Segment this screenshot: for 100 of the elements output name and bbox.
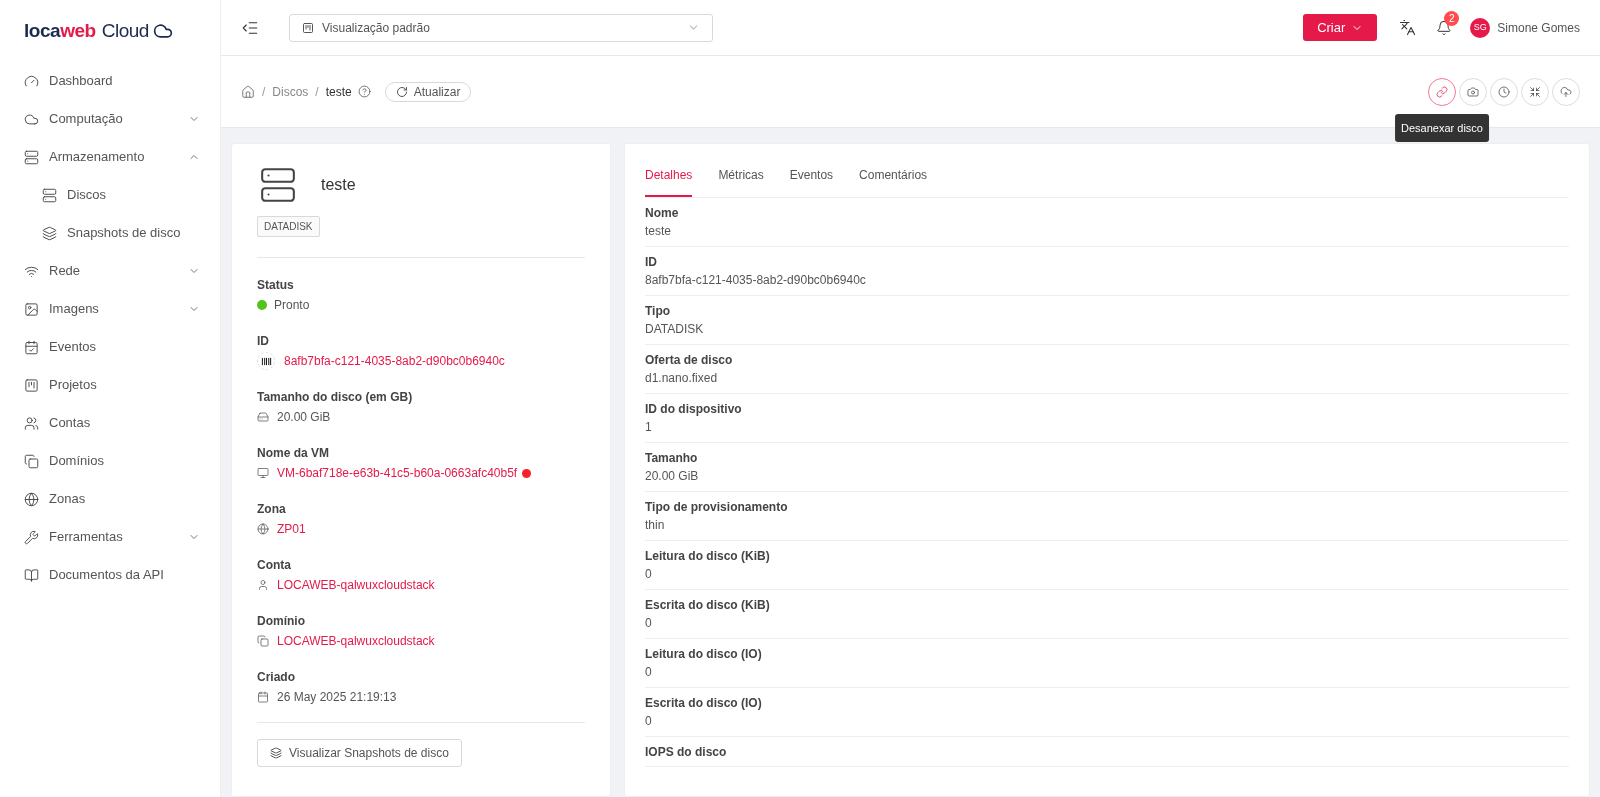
server-icon bbox=[24, 149, 39, 165]
cloud-icon bbox=[152, 21, 173, 41]
detail-value: DATADISK bbox=[645, 321, 705, 338]
detail-value: d1.nano.fixed bbox=[645, 370, 719, 387]
field-link[interactable]: LOCAWEB-qalwuxcloudstack bbox=[277, 632, 435, 650]
field-label: ID bbox=[257, 333, 270, 350]
detail-label: Escrita do disco (IO) bbox=[645, 695, 763, 711]
field-link[interactable]: LOCAWEB-qalwuxcloudstack bbox=[277, 576, 435, 594]
detail-label: Leitura do disco (IO) bbox=[645, 646, 763, 662]
refresh-icon bbox=[395, 85, 408, 98]
detail-value: 0 bbox=[645, 566, 653, 583]
detail-label: Nome bbox=[645, 205, 680, 221]
field-label: Tamanho do disco (em GB) bbox=[257, 389, 414, 406]
sidebar-item[interactable]: Dashboard bbox=[0, 64, 220, 98]
sidebar-item[interactable]: Projetos bbox=[0, 368, 220, 402]
tooltip: Desanexar disco bbox=[1395, 113, 1489, 142]
detail-value: thin bbox=[645, 517, 666, 534]
sidebar-item[interactable]: Documentos da API bbox=[0, 558, 220, 592]
sidebar-item[interactable]: Zonas bbox=[0, 482, 220, 516]
tab[interactable]: Métricas bbox=[718, 158, 764, 197]
calendar-icon bbox=[24, 339, 39, 355]
detail-value: teste bbox=[645, 223, 672, 240]
create-button[interactable]: Criar bbox=[1303, 14, 1378, 41]
sidebar-item[interactable]: Armazenamento bbox=[0, 140, 220, 174]
users-icon bbox=[24, 415, 39, 431]
tab[interactable]: Detalhes bbox=[645, 158, 693, 197]
wifi-icon bbox=[24, 263, 39, 279]
detail-label: Tamanho bbox=[645, 450, 699, 466]
breadcrumb-separator: / bbox=[262, 83, 266, 101]
home-icon[interactable] bbox=[241, 84, 255, 99]
sidebar-item[interactable]: Imagens bbox=[0, 292, 220, 326]
monitor-icon bbox=[257, 467, 269, 479]
notification-count: 2 bbox=[1444, 10, 1460, 26]
detail-label: ID do dispositivo bbox=[645, 401, 743, 417]
detail-label: Tipo bbox=[645, 303, 672, 319]
detail-label: Leitura do disco (KiB) bbox=[645, 548, 771, 564]
action-button[interactable] bbox=[1428, 77, 1456, 106]
sidebar-item[interactable]: Ferramentas bbox=[0, 520, 220, 554]
tab[interactable]: Comentários bbox=[859, 158, 928, 197]
sidebar-item[interactable]: Computação bbox=[0, 102, 220, 136]
logo-text: locaweb bbox=[24, 18, 96, 43]
sidebar-item[interactable]: Domínios bbox=[0, 444, 220, 478]
cloud-icon bbox=[24, 111, 39, 127]
detail-value: 0 bbox=[645, 713, 653, 730]
detail-value: 1 bbox=[645, 419, 653, 436]
globe-icon bbox=[257, 523, 269, 535]
help-icon[interactable] bbox=[357, 85, 371, 98]
copy-icon bbox=[257, 635, 269, 647]
detail-value: 0 bbox=[645, 664, 653, 681]
logo-text: Cloud bbox=[101, 18, 149, 43]
detail-value: 20.00 GiB bbox=[645, 468, 700, 485]
server-icon bbox=[42, 187, 57, 203]
field-label: Conta bbox=[257, 557, 292, 574]
copy-icon bbox=[24, 453, 39, 469]
camera-icon bbox=[1467, 85, 1479, 98]
image-icon bbox=[24, 301, 39, 317]
detail-value: 0 bbox=[645, 615, 653, 632]
view-snapshots-button[interactable]: Visualizar Snapshots de disco bbox=[257, 739, 462, 767]
field-link[interactable]: 8afb7bfa-c121-4035-8ab2-d90bc0b6940c bbox=[284, 352, 505, 370]
sidebar-item[interactable]: Contas bbox=[0, 406, 220, 440]
field-value: 26 May 2025 21:19:13 bbox=[277, 689, 397, 706]
board-icon bbox=[302, 21, 314, 34]
stacked-squares-icon bbox=[42, 225, 57, 241]
field-link[interactable]: ZP01 bbox=[277, 520, 306, 538]
type-tag: DATADISK bbox=[257, 216, 320, 237]
globe-icon bbox=[24, 491, 39, 507]
detail-label: Oferta de disco bbox=[645, 352, 734, 368]
breadcrumb-separator: / bbox=[315, 83, 319, 101]
sidebar-item[interactable]: Discos bbox=[0, 178, 220, 212]
field-label: Zona bbox=[257, 501, 287, 518]
shrink-icon bbox=[1529, 85, 1541, 98]
wrench-icon bbox=[24, 529, 39, 545]
view-select[interactable]: Visualização padrão bbox=[289, 13, 713, 42]
field-link[interactable]: VM-6baf718e-e63b-41c5-b60a-0663afc40b5f bbox=[277, 464, 518, 482]
server-icon bbox=[259, 166, 297, 204]
tab[interactable]: Eventos bbox=[789, 158, 834, 197]
detail-label: ID bbox=[645, 254, 658, 270]
breadcrumb-current: teste bbox=[325, 83, 352, 101]
field-label: Status bbox=[257, 277, 295, 294]
breadcrumb-link[interactable]: Discos bbox=[272, 82, 309, 101]
field-value: Pronto bbox=[274, 297, 310, 314]
user-icon bbox=[257, 579, 269, 591]
calendar-icon bbox=[257, 691, 269, 703]
cloud-upload-icon bbox=[1560, 85, 1572, 98]
sidebar-item[interactable]: Eventos bbox=[0, 330, 220, 364]
stacked-squares-icon bbox=[270, 747, 282, 759]
user-name[interactable]: Simone Gomes bbox=[1497, 18, 1580, 37]
clock-icon bbox=[1498, 85, 1510, 98]
book-icon bbox=[24, 567, 39, 583]
field-label: Nome da VM bbox=[257, 445, 330, 462]
translate-icon[interactable] bbox=[1399, 19, 1417, 36]
field-label: Criado bbox=[257, 669, 296, 686]
sidebar-item[interactable]: Snapshots de disco bbox=[0, 216, 220, 250]
detail-label: IOPS do disco bbox=[645, 744, 728, 760]
sidebar-item[interactable]: Rede bbox=[0, 254, 220, 288]
detail-label: Escrita do disco (KiB) bbox=[645, 597, 771, 613]
user-avatar[interactable]: SG bbox=[1470, 17, 1491, 38]
disk-name: teste bbox=[321, 175, 356, 195]
detail-value: 8afb7bfa-c121-4035-8ab2-d90bc0b6940c bbox=[645, 272, 867, 289]
link-icon bbox=[1436, 85, 1448, 98]
